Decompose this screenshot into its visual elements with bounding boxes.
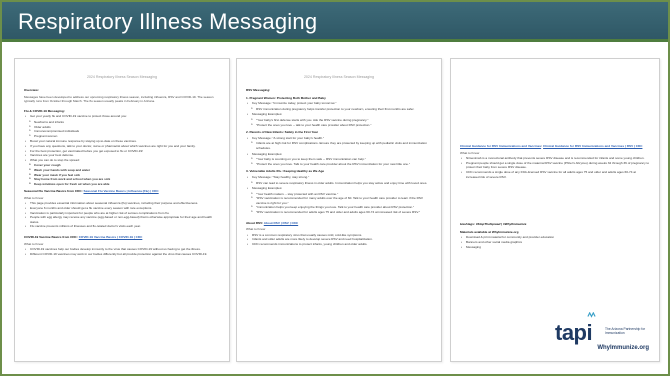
what-to-know-label: What to Know bbox=[460, 150, 480, 155]
about-rsv-heading-text: About RSV bbox=[246, 220, 262, 225]
list-item: "Protect the ones you love. Talk to your… bbox=[246, 162, 432, 167]
list-item: RSV immunization during pregnancy helps … bbox=[246, 107, 432, 112]
slide-title: Respiratory Illness Messaging bbox=[18, 9, 318, 34]
bullet-list: Messaging Examples: bbox=[246, 152, 432, 157]
bullet-list: Messaging Examples: bbox=[246, 112, 432, 117]
bullet-list: Get your yearly flu and COVID-19 vaccine… bbox=[24, 114, 220, 119]
covid-basics-heading-text: COVID-19 Vaccine Basics from CDC bbox=[24, 235, 77, 240]
sub-list: RSV immunization during pregnancy helps … bbox=[246, 107, 432, 112]
bullet-list: Messaging Examples: bbox=[246, 186, 432, 191]
bullet-list: This page provides essential information… bbox=[24, 201, 220, 229]
list-item: Key Message: "Stay healthy, stay strong.… bbox=[246, 175, 432, 180]
bullet-list: COVID-19 vaccines help our bodies develo… bbox=[24, 247, 220, 256]
sub-list: "Your baby is counting on you to keep th… bbox=[246, 157, 432, 166]
section-title: 2. Parents of New Infants: Safety in the… bbox=[246, 130, 318, 135]
tapi-tagline: The Arizona Partnership for Immunization bbox=[605, 327, 646, 335]
list-item: CDC recommends immunizations to protect … bbox=[246, 242, 432, 247]
sub-list: Newborns and infants Older adults Immuno… bbox=[24, 120, 220, 138]
materials-line: Materials available at WhyImmunize.org bbox=[460, 229, 519, 234]
list-item: Infants are at high risk for RSV complic… bbox=[246, 141, 432, 150]
sub-list: Cover your cough Wash your hands with so… bbox=[24, 163, 220, 186]
about-rsv-link[interactable]: About RSV | RSV | CDC bbox=[264, 221, 298, 225]
covid-basics-link[interactable]: COVID-19 Vaccine Basics | COVID-19 | CDC bbox=[79, 235, 143, 239]
list-item: Key Message: "A strong start for your ba… bbox=[246, 136, 432, 141]
bullet-list: Download & print material for community … bbox=[460, 235, 650, 249]
flu-covid-heading: Flu & COVID-19 Messaging: bbox=[24, 108, 65, 113]
list-item: "RSV vaccination is recommended for many… bbox=[246, 196, 432, 205]
bullet-list: Key Message: "A strong start for your ba… bbox=[246, 136, 432, 141]
seasonal-flu-heading-text: Seasonal Flu Vaccine Basics from CDC bbox=[24, 189, 82, 194]
bullet-list: Key Message: "Immunize today, protect yo… bbox=[246, 101, 432, 106]
list-item: Different COVID-19 vaccines may work in … bbox=[24, 252, 220, 257]
tapi-wordmark: tapi bbox=[555, 320, 593, 345]
bullet-list: Key Message: "Stay healthy, stay strong.… bbox=[246, 175, 432, 180]
sub-list: Infants are at high risk for RSV complic… bbox=[246, 141, 432, 150]
hashtags-line: Hashtags: #StopTheSpread | #WhyIImmunize bbox=[460, 222, 527, 227]
doc-header: 2024 Respiratory Illness Season Messagin… bbox=[86, 75, 158, 79]
list-item: Messaging Examples: bbox=[246, 152, 432, 157]
list-item: Pregnant people should get a single dose… bbox=[460, 161, 650, 170]
overview-text: Messages have been developed to address … bbox=[24, 94, 214, 104]
what-to-know-label: What to Know bbox=[246, 227, 266, 232]
sub-list: RSV can lead to severe respiratory illne… bbox=[246, 181, 432, 186]
list-item: Messaging Examples: bbox=[246, 186, 432, 191]
list-item: Get your yearly flu and COVID-19 vaccine… bbox=[24, 114, 220, 119]
bullet-list: RSV is a common respiratory virus that u… bbox=[246, 233, 432, 247]
covid-basics-heading: COVID-19 Vaccine Basics from CDC: COVID-… bbox=[24, 235, 143, 240]
list-item: What you can do to stop the spread: bbox=[24, 158, 220, 163]
about-rsv-heading: About RSV: About RSV | RSV | CDC bbox=[246, 220, 299, 225]
bullet-list: Boost your natural immune response by st… bbox=[24, 139, 220, 162]
list-item: Key Message: "Immunize today, protect yo… bbox=[246, 101, 432, 106]
overview-heading: Overview: bbox=[24, 88, 39, 92]
document-page-3: Clinical Guidance for RSV Immunizations … bbox=[450, 58, 660, 362]
section-title: 3. Vulnerable Adults 60+: Keeping Health… bbox=[246, 169, 325, 174]
tapi-logo: tapi The Arizona Partnership for Immuniz… bbox=[553, 312, 649, 351]
list-item: Keep windows open for fresh air when you… bbox=[24, 182, 220, 187]
document-page-2: 2024 Respiratory Illness Season Messagin… bbox=[236, 58, 442, 362]
list-item: CDC recommends a single dose of any FDA-… bbox=[460, 170, 650, 179]
seasonal-flu-heading: Seasonal Flu Vaccine Basics from CDC: Se… bbox=[24, 189, 159, 194]
section-title: 1. Pregnant Women: Protecting Both Mothe… bbox=[246, 95, 326, 100]
sub-list: "Your health matters -- stay protected w… bbox=[246, 192, 432, 215]
list-item: Messaging bbox=[460, 245, 650, 250]
bullet-list: Nirsevimab is a monoclonal antibody that… bbox=[460, 156, 650, 179]
clinical-guidance-label[interactable]: Clinical Guidance for RSV Immunizations … bbox=[460, 144, 541, 148]
tapi-url[interactable]: WhyImmunize.org bbox=[597, 345, 649, 351]
list-item: "Protect the ones you love -- talk to yo… bbox=[246, 123, 432, 128]
slide-title-bar: Respiratory Illness Messaging bbox=[2, 2, 668, 42]
clinical-guidance-heading: Clinical Guidance for RSV Immunizations … bbox=[460, 144, 643, 148]
document-page-1: 2024 Respiratory Illness Season Messagin… bbox=[14, 58, 230, 362]
list-item: Messaging Examples: bbox=[246, 112, 432, 117]
seasonal-flu-link[interactable]: Seasonal Flu Vaccine Basics | Influenza … bbox=[84, 189, 159, 193]
clinical-guidance-link[interactable]: Clinical Guidance for RSV Immunizations … bbox=[543, 144, 642, 148]
what-to-know-label: What to Know bbox=[24, 195, 44, 200]
list-item: "RSV vaccination is recommended for adul… bbox=[246, 210, 432, 215]
rsv-heading: RSV Messaging: bbox=[246, 88, 271, 92]
list-item: Flu vaccine prevents millions of illness… bbox=[24, 224, 220, 229]
what-to-know-label: What to Know bbox=[24, 241, 44, 246]
sub-list: "Your baby's first defense starts with y… bbox=[246, 118, 432, 127]
list-item: People with egg allergy may receive any … bbox=[24, 215, 220, 224]
list-item: Pregnant women bbox=[24, 134, 220, 139]
doc-header: 2024 Respiratory Illness Season Messagin… bbox=[303, 75, 375, 79]
list-item: RSV can lead to severe respiratory illne… bbox=[246, 181, 432, 186]
